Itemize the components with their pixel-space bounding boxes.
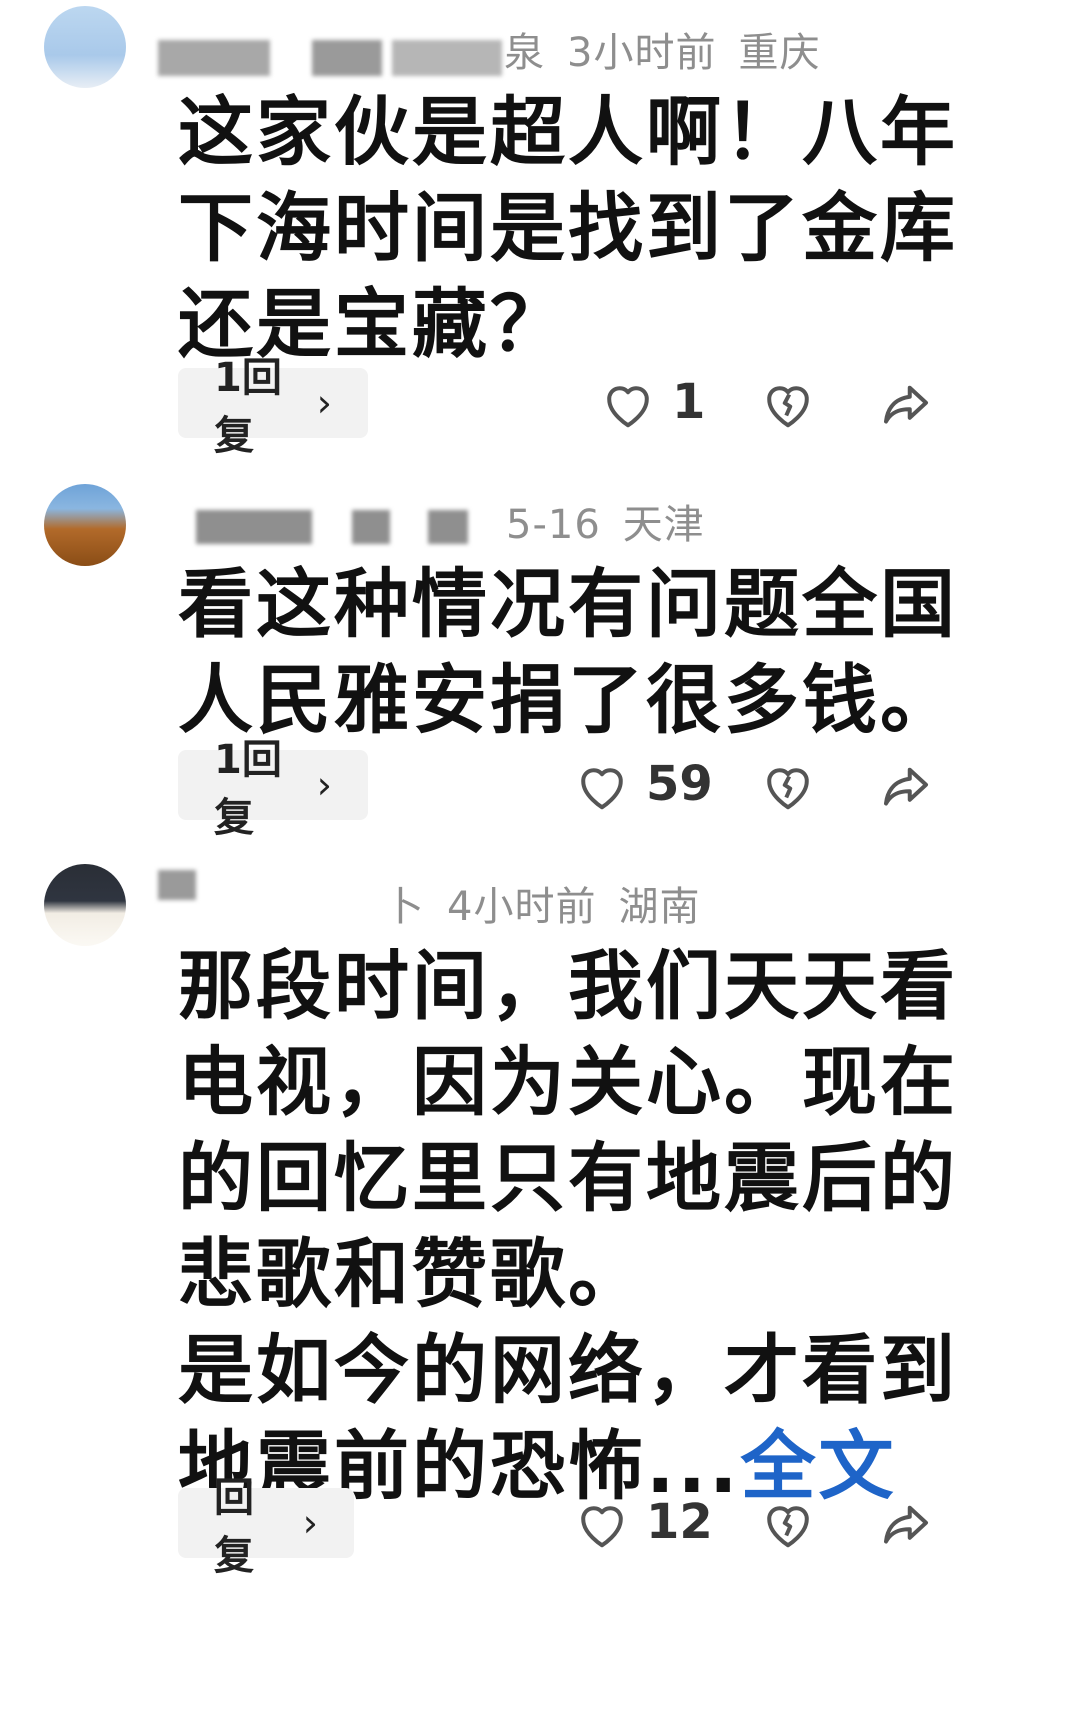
avatar[interactable] <box>44 6 126 88</box>
comment-meta: 卜 4小时前 湖南 <box>384 874 722 932</box>
like-count: 59 <box>646 756 713 812</box>
broken-heart-icon[interactable] <box>758 756 818 816</box>
comment-body[interactable]: 那段时间，我们天天看电视，因为关心。现在的回忆里只有地震后的悲歌和赞歌。 是如今… <box>178 938 978 1514</box>
heart-outline-icon[interactable] <box>572 756 632 816</box>
username-redacted[interactable] <box>158 870 196 900</box>
comment-location: 天津 <box>622 502 705 548</box>
username-tail: 泉 <box>504 30 545 76</box>
avatar[interactable] <box>44 864 126 946</box>
comment-actions: 59 <box>0 750 1084 820</box>
username-redacted <box>352 510 390 544</box>
username-redacted[interactable] <box>196 510 312 544</box>
comment-location: 重庆 <box>738 30 821 76</box>
username-redacted[interactable] <box>158 40 270 76</box>
comment-text-continued: 是如今的网络，才看到地震前的恐怖...全文 <box>178 1322 978 1514</box>
broken-heart-icon[interactable] <box>758 1494 818 1554</box>
comment-actions: 12 <box>0 1488 1084 1558</box>
share-arrow-icon[interactable] <box>876 374 936 434</box>
comment-location: 湖南 <box>618 884 701 930</box>
comment-text: 看这种情况有问题全国人民雅安捐了很多钱。 <box>178 560 959 744</box>
username-redacted <box>312 40 382 76</box>
username-redacted <box>428 510 468 544</box>
comment-actions: 1 <box>0 368 1084 438</box>
comment-time: 4小时前 <box>447 884 597 930</box>
username-redacted <box>392 40 502 76</box>
comment-meta: 泉 3小时前 重庆 <box>504 20 842 78</box>
share-arrow-icon[interactable] <box>876 1494 936 1554</box>
comment-meta: 5-16 天津 <box>506 492 727 550</box>
heart-outline-icon[interactable] <box>572 1494 632 1554</box>
comment-time: 5-16 <box>506 502 601 548</box>
comment-body[interactable]: 这家伙是超人啊！八年下海时间是找到了金库还是宝藏？ <box>178 84 978 372</box>
like-count: 12 <box>646 1494 713 1550</box>
comment-text: 那段时间，我们天天看电视，因为关心。现在的回忆里只有地震后的悲歌和赞歌。 <box>178 942 959 1318</box>
comment-text: 这家伙是超人啊！八年下海时间是找到了金库还是宝藏？ <box>178 88 959 368</box>
share-arrow-icon[interactable] <box>876 756 936 816</box>
comment-body[interactable]: 看这种情况有问题全国人民雅安捐了很多钱。 <box>178 556 978 748</box>
username-tail: 卜 <box>384 884 425 930</box>
comment-time: 3小时前 <box>567 30 717 76</box>
avatar[interactable] <box>44 484 126 566</box>
heart-outline-icon[interactable] <box>598 374 658 434</box>
broken-heart-icon[interactable] <box>758 374 818 434</box>
like-count: 1 <box>672 374 706 430</box>
